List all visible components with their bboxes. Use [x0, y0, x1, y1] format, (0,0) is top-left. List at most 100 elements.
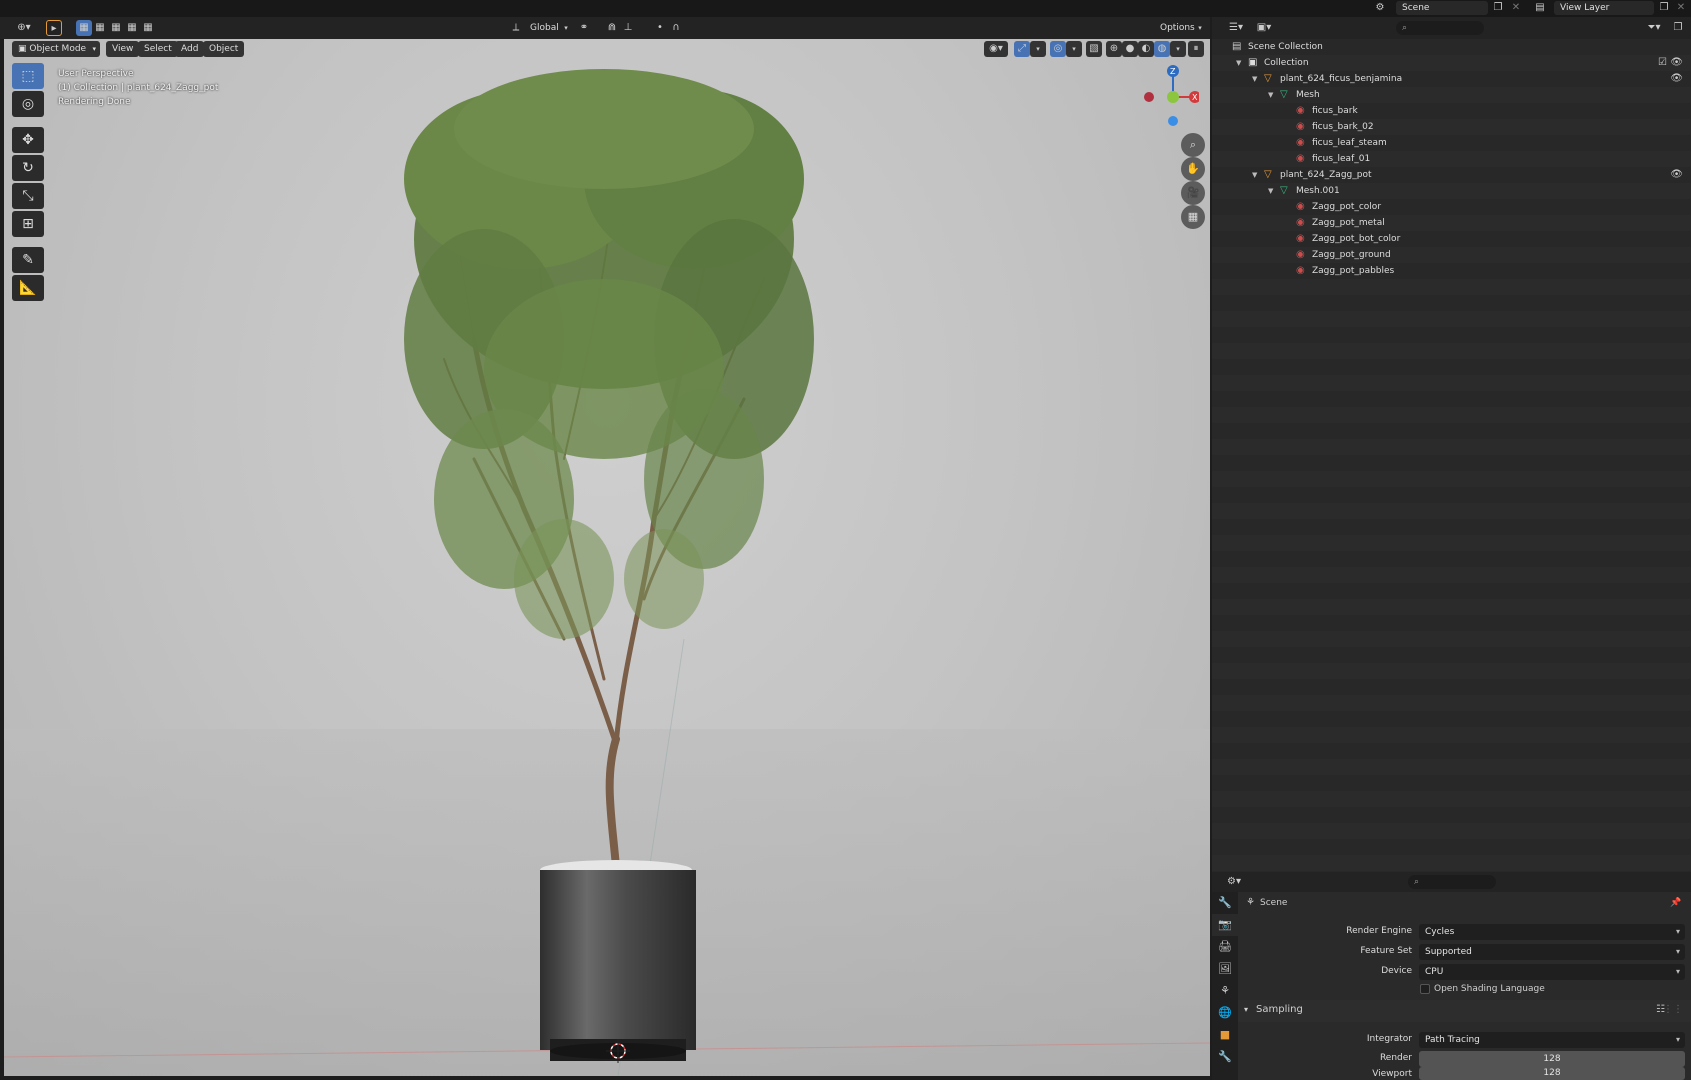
- measure-tool[interactable]: 📐: [12, 275, 44, 301]
- viewport-samples-field[interactable]: 128: [1419, 1067, 1685, 1080]
- pin-icon[interactable]: 📌: [1670, 898, 1681, 908]
- gizmo-toggle-icon[interactable]: ⤢: [1014, 41, 1030, 57]
- sampling-panel-header[interactable]: ▾ Sampling ☷ ⋮⋮: [1238, 1000, 1691, 1022]
- scale-tool[interactable]: ⤡: [12, 183, 44, 209]
- eye-icon[interactable]: 👁: [1670, 71, 1683, 87]
- expand-arrow-icon[interactable]: ▼: [1252, 167, 1257, 183]
- object-menu[interactable]: Object: [203, 41, 245, 57]
- navigation-gizmo[interactable]: Z X: [1139, 63, 1199, 133]
- select-box-tool[interactable]: ⬚: [12, 63, 44, 89]
- scene-icon[interactable]: ⚙: [1372, 0, 1388, 16]
- snap-icon[interactable]: ⋒: [604, 20, 620, 36]
- editor-type-icon[interactable]: ⚙▾: [1222, 874, 1246, 890]
- outliner-search-input[interactable]: ⌕: [1396, 21, 1484, 35]
- scene-selector[interactable]: Scene: [1396, 1, 1488, 15]
- pivot-icon[interactable]: ⚭: [576, 20, 592, 36]
- outliner-row[interactable]: ◉ ficus_leaf_01: [1212, 151, 1691, 167]
- outliner-row[interactable]: ▼ ▽ Mesh.001: [1212, 183, 1691, 199]
- filter-icon[interactable]: ⏷▾: [1642, 20, 1666, 36]
- render-engine-label: Render Engine: [1346, 926, 1412, 936]
- display-mode-icon[interactable]: ▣▾: [1252, 20, 1276, 36]
- outliner-row[interactable]: ◉ Zagg_pot_pabbles: [1212, 263, 1691, 279]
- falloff-icon[interactable]: ∩: [668, 20, 684, 36]
- osl-checkbox[interactable]: [1420, 984, 1430, 994]
- cursor-tool[interactable]: ◎: [12, 91, 44, 117]
- world-tab-icon[interactable]: 🌐: [1212, 1002, 1238, 1024]
- outliner-row[interactable]: ▼ ▽ plant_624_Zagg_pot 👁: [1212, 167, 1691, 183]
- render-samples-field[interactable]: 128: [1419, 1051, 1685, 1067]
- snap-target-icon[interactable]: ⊥: [620, 20, 636, 36]
- exclude-checkbox-icon[interactable]: ☑: [1658, 55, 1667, 71]
- outliner-row[interactable]: ▼ ▣ Collection ☑ 👁: [1212, 55, 1691, 71]
- select-invert-icon[interactable]: ▦: [124, 20, 140, 36]
- drag-handle-icon[interactable]: ⋮⋮: [1663, 1004, 1683, 1015]
- delete-scene-icon[interactable]: ✕: [1508, 0, 1524, 16]
- outliner-row[interactable]: ◉ Zagg_pot_metal: [1212, 215, 1691, 231]
- properties-search-input[interactable]: ⌕: [1408, 875, 1496, 889]
- visibility-icon[interactable]: ◉▾: [984, 41, 1008, 57]
- move-tool[interactable]: ✥: [12, 127, 44, 153]
- view-layer-selector[interactable]: View Layer: [1554, 1, 1654, 15]
- outliner-row[interactable]: ▤ Scene Collection: [1212, 39, 1691, 55]
- expand-arrow-icon[interactable]: ▼: [1252, 71, 1257, 87]
- device-dropdown[interactable]: CPU ▾: [1419, 964, 1685, 980]
- scene-tab-icon[interactable]: ⚘: [1212, 980, 1238, 1002]
- pan-hand-icon[interactable]: ✋: [1181, 157, 1205, 181]
- outliner-row-label: Collection: [1264, 58, 1309, 68]
- select-new-icon[interactable]: ▦: [76, 20, 92, 36]
- new-collection-icon[interactable]: ❐: [1670, 20, 1686, 36]
- outliner-row[interactable]: ◉ ficus_leaf_steam: [1212, 135, 1691, 151]
- outliner-row[interactable]: ◉ Zagg_pot_ground: [1212, 247, 1691, 263]
- outliner-row[interactable]: ▼ ▽ plant_624_ficus_benjamina 👁: [1212, 71, 1691, 87]
- camera-view-icon[interactable]: 🎥: [1181, 181, 1205, 205]
- select-extend-icon[interactable]: ▦: [92, 20, 108, 36]
- select-menu[interactable]: Select: [138, 41, 178, 57]
- rendered-shading-icon[interactable]: ◍: [1154, 41, 1170, 57]
- wireframe-shading-icon[interactable]: ⊕: [1106, 41, 1122, 57]
- feature-set-dropdown[interactable]: Supported ▾: [1419, 944, 1685, 960]
- outliner-row[interactable]: ◉ Zagg_pot_color: [1212, 199, 1691, 215]
- proportional-edit-icon[interactable]: •: [652, 20, 668, 36]
- view-layer-icon[interactable]: ▤: [1532, 0, 1548, 16]
- editor-type-icon[interactable]: ⊕▾: [12, 20, 36, 36]
- solid-shading-icon[interactable]: ●: [1122, 41, 1138, 57]
- select-subtract-icon[interactable]: ▦: [108, 20, 124, 36]
- delete-view-layer-icon[interactable]: ✕: [1673, 0, 1689, 16]
- chevron-down-icon[interactable]: ▾: [1170, 41, 1186, 57]
- mode-dropdown[interactable]: ▣ Object Mode ▾: [12, 41, 100, 57]
- zoom-icon[interactable]: ⌕: [1181, 133, 1205, 157]
- select-tool-icon[interactable]: ▸: [46, 20, 62, 36]
- tool-tab-icon[interactable]: 🔧: [1212, 892, 1238, 914]
- expand-arrow-icon[interactable]: ▼: [1268, 87, 1273, 103]
- outliner-panel: ☰▾ ▣▾ ⌕ ⏷▾ ❐ ▤ Scene Collection ▼ ▣ Collecti…: [1212, 17, 1691, 872]
- chevron-down-icon[interactable]: ▾: [1030, 41, 1046, 57]
- outliner-row[interactable]: ◉ Zagg_pot_bot_color: [1212, 231, 1691, 247]
- new-view-layer-icon[interactable]: ❐: [1656, 0, 1672, 16]
- select-intersect-icon[interactable]: ▦: [140, 20, 156, 36]
- render-status-label: Rendering Done: [58, 97, 131, 107]
- ortho-grid-icon[interactable]: ▦: [1181, 205, 1205, 229]
- expand-arrow-icon[interactable]: ▼: [1236, 55, 1241, 71]
- eye-icon[interactable]: 👁: [1670, 55, 1683, 71]
- eye-icon[interactable]: 👁: [1670, 167, 1683, 183]
- rotate-tool[interactable]: ↻: [12, 155, 44, 181]
- xray-icon[interactable]: ▧: [1086, 41, 1102, 57]
- render-engine-dropdown[interactable]: Cycles ▾: [1419, 924, 1685, 940]
- overlays-icon[interactable]: ◎: [1050, 41, 1066, 57]
- editor-type-icon[interactable]: ☰▾: [1224, 20, 1248, 36]
- new-scene-icon[interactable]: ❐: [1490, 0, 1506, 16]
- annotate-tool[interactable]: ✎: [12, 247, 44, 273]
- outliner-row[interactable]: ▼ ▽ Mesh: [1212, 87, 1691, 103]
- transform-tool[interactable]: ⊞: [12, 211, 44, 237]
- add-menu[interactable]: Add: [175, 41, 205, 57]
- integrator-dropdown[interactable]: Path Tracing ▾: [1419, 1032, 1685, 1048]
- expand-arrow-icon[interactable]: ▼: [1268, 183, 1273, 199]
- 3d-viewport[interactable]: User Perspective (1) Collection | plant_…: [4, 39, 1210, 1076]
- view-menu[interactable]: View: [106, 41, 140, 57]
- outliner-row[interactable]: ◉ ficus_bark_02: [1212, 119, 1691, 135]
- object-icon: ▽: [1264, 73, 1272, 84]
- outliner-row[interactable]: ◉ ficus_bark: [1212, 103, 1691, 119]
- pause-render-icon[interactable]: ⏸: [1188, 41, 1204, 57]
- chevron-down-icon[interactable]: ▾: [1066, 41, 1082, 57]
- material-shading-icon[interactable]: ◐: [1138, 41, 1154, 57]
